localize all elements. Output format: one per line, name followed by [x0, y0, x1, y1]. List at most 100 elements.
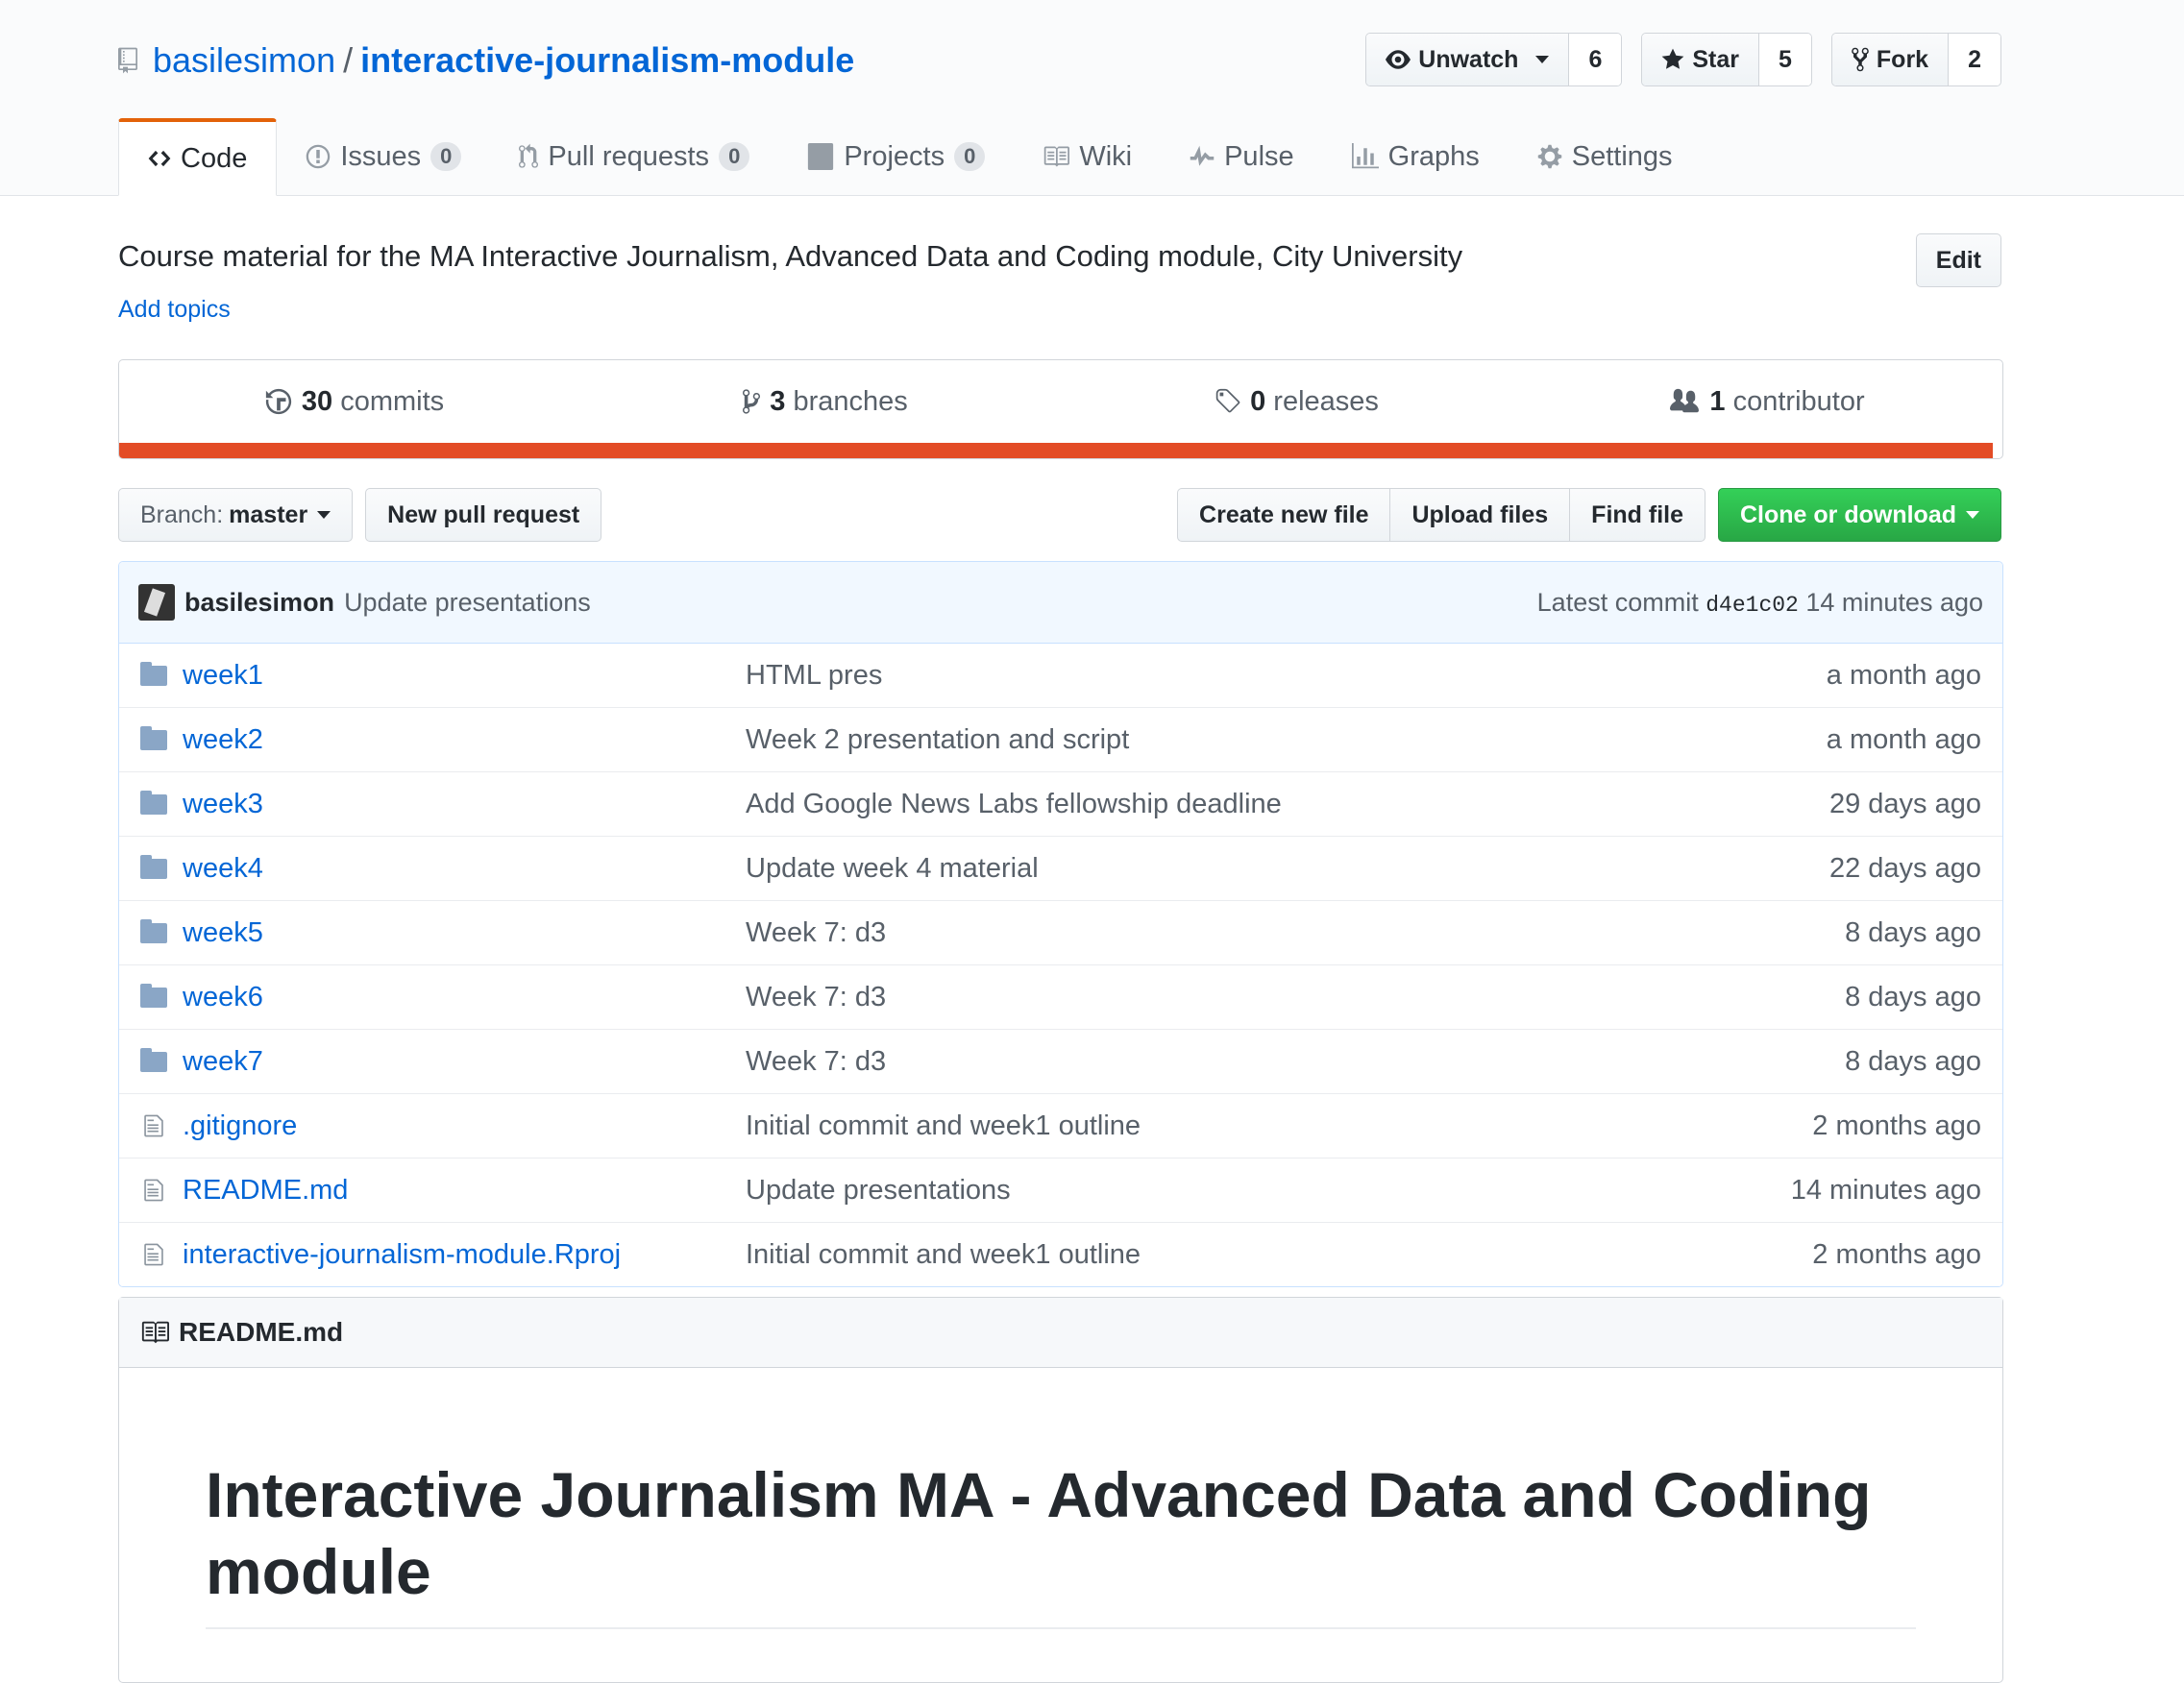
issues-counter: 0 [430, 142, 462, 171]
commit-sha[interactable]: d4e1c02 [1705, 593, 1799, 618]
file-button-group: Create new file Upload files Find file [1177, 488, 1705, 542]
table-row: week1 HTML pres a month ago [119, 644, 2002, 707]
file-name-link[interactable]: week1 [183, 660, 746, 692]
file-icon [144, 1179, 163, 1202]
pull-requests-counter: 0 [719, 142, 750, 171]
latest-commit-info: basilesimon Update presentations [138, 584, 591, 621]
tab-issues[interactable]: Issues 0 [277, 118, 490, 195]
file-name-link[interactable]: week4 [183, 853, 746, 885]
file-commit-message[interactable]: Week 7: d3 [746, 917, 1845, 949]
tab-graphs[interactable]: Graphs [1323, 118, 1509, 195]
watch-button[interactable]: Unwatch [1366, 34, 1570, 85]
row-icon [119, 661, 183, 686]
tab-settings[interactable]: Settings [1509, 118, 1702, 195]
history-icon [265, 388, 291, 415]
tab-pulse[interactable]: Pulse [1161, 118, 1323, 195]
file-commit-message[interactable]: Update presentations [746, 1175, 1791, 1207]
avatar[interactable] [138, 584, 175, 621]
table-row: README.md Update presentations 14 minutes … [119, 1158, 2002, 1222]
row-icon [119, 1047, 183, 1072]
chevron-down-icon [317, 511, 331, 519]
file-list: basilesimon Update presentations Latest … [118, 561, 2003, 1287]
file-commit-message[interactable]: Week 7: d3 [746, 982, 1845, 1013]
commit-author[interactable]: basilesimon [184, 588, 334, 618]
file-commit-message[interactable]: Week 7: d3 [746, 1046, 1845, 1078]
forks-count[interactable]: 2 [1949, 34, 2000, 85]
commit-message[interactable]: Update presentations [344, 588, 591, 618]
repo-title: basilesimon / interactive-journalism-modul… [153, 40, 854, 81]
watchers-count[interactable]: 6 [1569, 34, 1622, 85]
repo-name-link[interactable]: interactive-journalism-module [360, 40, 854, 80]
branch-name: master [229, 500, 308, 528]
edit-description-button[interactable]: Edit [1915, 233, 2001, 287]
file-commit-message[interactable]: Add Google News Labs fellowship deadline [746, 789, 1829, 820]
pulse-icon [1190, 145, 1215, 166]
row-icon [119, 1178, 183, 1203]
code-icon [148, 150, 171, 167]
file-commit-message[interactable]: HTML pres [746, 660, 1827, 692]
branch-select-button[interactable]: Branch: master [118, 488, 354, 542]
upload-files-button[interactable]: Upload files [1389, 488, 1570, 542]
latest-commit-prefix: Latest commit [1536, 587, 1699, 617]
readme-panel: README.md Interactive Journalism MA - Ad… [118, 1297, 2003, 1683]
add-topics-link[interactable]: Add topics [118, 296, 231, 323]
repo-description-row: Course material for the MA Interactive J… [118, 233, 2001, 301]
graph-icon [1351, 143, 1379, 169]
language-bar[interactable] [119, 443, 1993, 458]
file-name-link[interactable]: week7 [183, 1046, 746, 1078]
file-name-link[interactable]: week5 [183, 917, 746, 949]
file-name-link[interactable]: week6 [183, 982, 746, 1013]
stargazers-count[interactable]: 5 [1759, 34, 1811, 85]
project-icon [808, 143, 834, 170]
tab-wiki[interactable]: Wiki [1014, 118, 1161, 195]
file-commit-message[interactable]: Initial commit and week1 outline [746, 1110, 1812, 1142]
fork-button-group: Fork 2 [1830, 33, 2001, 86]
fork-button[interactable]: Fork [1831, 34, 1950, 85]
file-name-link[interactable]: .gitignore [183, 1110, 746, 1142]
folder-icon [140, 918, 167, 943]
repo-separator: / [343, 40, 354, 80]
star-button[interactable]: Star [1642, 34, 1759, 85]
commits-summary[interactable]: 30 commits [119, 386, 590, 418]
file-commit-age: a month ago [1826, 659, 1981, 691]
file-name-link[interactable]: README.md [183, 1175, 746, 1207]
file-commit-message[interactable]: Initial commit and week1 outline [746, 1239, 1812, 1271]
people-icon [1670, 388, 1700, 413]
branches-summary[interactable]: 3 branches [590, 386, 1061, 418]
repo-owner-link[interactable]: basilesimon [153, 40, 335, 80]
file-commit-age: 8 days ago [1845, 981, 1981, 1012]
find-file-button[interactable]: Find file [1569, 488, 1705, 542]
chevron-down-icon [1966, 511, 1979, 519]
contributors-count: 1 [1709, 385, 1726, 417]
latest-commit-meta: Latest commit d4e1c02 14 minutes ago [1537, 588, 1983, 618]
tab-projects[interactable]: Projects 0 [778, 118, 1014, 195]
branches-label: branches [793, 385, 908, 417]
file-actions: Create new file Upload files Find file C… [1177, 488, 2001, 542]
clone-or-download-button[interactable]: Clone or download [1718, 488, 2001, 542]
table-row: week6 Week 7: d3 8 days ago [119, 964, 2002, 1029]
file-name-link[interactable]: interactive-journalism-module.Rproj [183, 1239, 746, 1271]
create-new-file-button[interactable]: Create new file [1177, 488, 1390, 542]
tab-pull-requests[interactable]: Pull requests 0 [490, 118, 778, 195]
tab-code[interactable]: Code [118, 118, 278, 196]
folder-icon [140, 790, 167, 815]
file-commit-message[interactable]: Update week 4 material [746, 853, 1829, 885]
releases-summary[interactable]: 0 releases [1061, 386, 1532, 418]
gear-icon [1537, 144, 1561, 169]
clone-label: Clone or download [1740, 500, 1956, 528]
tab-pulse-label: Pulse [1224, 140, 1294, 172]
row-icon [119, 1113, 183, 1138]
file-name-link[interactable]: week2 [183, 724, 746, 756]
pull-request-icon [519, 143, 539, 168]
table-row: week5 Week 7: d3 8 days ago [119, 900, 2002, 964]
table-row: week7 Week 7: d3 8 days ago [119, 1029, 2002, 1093]
file-commit-message[interactable]: Week 2 presentation and script [746, 724, 1827, 756]
file-commit-age: 22 days ago [1828, 852, 1981, 884]
book-icon [141, 1321, 169, 1344]
file-name-link[interactable]: week3 [183, 789, 746, 820]
table-row: week4 Update week 4 material 22 days ago [119, 836, 2002, 900]
tab-code-label: Code [181, 142, 248, 174]
new-pull-request-button[interactable]: New pull request [365, 488, 602, 542]
branch-icon [743, 389, 761, 414]
contributors-summary[interactable]: 1 contributor [1532, 386, 2002, 418]
